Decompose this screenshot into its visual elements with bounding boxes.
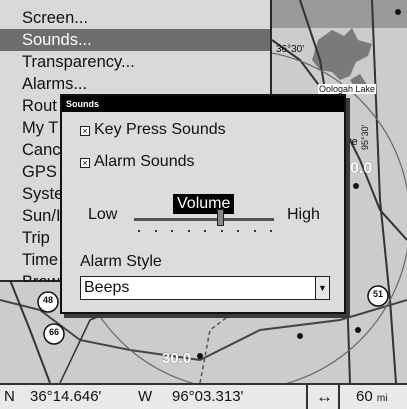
menu-item-transparency[interactable]: Transparency... [6,51,270,73]
volume-slider-ticks [134,230,274,236]
sounds-dialog: Sounds × Key Press Sounds × Alarm Sounds V… [60,94,346,314]
volume-tick [154,230,157,232]
volume-tick [270,230,272,232]
menu-item-alarms[interactable]: Alarms... [6,73,270,95]
map-label-lake: Oologah Lake [318,84,377,94]
map-label-right-range: 0.0 [350,160,373,177]
key-press-sounds-row[interactable]: × Key Press Sounds [80,118,226,142]
map-label-lat: 36°30' [276,44,305,55]
lon-hemisphere: W [138,388,153,405]
key-press-sounds-label: Key Press Sounds [94,121,226,138]
menu-item-screen[interactable]: Screen... [6,7,270,29]
volume-tick [220,230,223,232]
map-label-vertical: 95°30' [360,124,370,150]
chevron-down-icon[interactable]: ▼ [315,277,329,299]
alarm-sounds-checkbox[interactable]: × [80,158,90,168]
range-number: 60 [356,388,373,405]
statusbar-divider [306,385,308,409]
volume-tick [253,230,256,232]
dialog-title: Sounds [66,99,99,109]
volume-tick [204,230,206,232]
range-arrows-icon: ↔ [316,387,333,406]
map-label-circle-range: 30.0 [162,350,192,367]
volume-low-label: Low [88,206,118,223]
volume-tick [138,230,140,232]
range-value: 60 mi [356,385,387,409]
volume-label: Volume [173,194,235,214]
alarm-sounds-row[interactable]: × Alarm Sounds [80,150,195,174]
volume-tick [187,230,190,232]
menu-item-sounds[interactable]: Sounds... [0,29,270,51]
route-51-shield: 51 [372,289,383,299]
statusbar-divider [338,385,340,409]
volume-slider-thumb[interactable] [217,209,225,226]
route-48-shield: 48 [42,295,53,305]
alarm-style-label: Alarm Style [80,253,162,270]
volume-tick [171,230,173,232]
alarm-sounds-label: Alarm Sounds [94,153,195,170]
lat-hemisphere: N [4,388,15,405]
dialog-titlebar: Sounds [62,96,344,112]
status-bar: N 36°14.646' W 96°03.313' ↔ 60 mi [0,383,407,409]
route-66-shield: 66 [48,327,59,337]
alarm-style-select[interactable]: Beeps ▼ [80,276,330,300]
volume-slider-track[interactable] [134,218,274,221]
range-unit: mi [376,393,388,404]
map-label-right-text: re [348,136,358,148]
longitude-value: 96°03.313' [172,388,244,405]
volume-tick [237,230,239,232]
volume-high-label: High [287,206,320,223]
key-press-sounds-checkbox[interactable]: × [80,126,90,136]
gps-screen: 36°30' Oologah Lake re 0.0 95°30' 48 66 … [0,0,407,409]
alarm-style-value: Beeps [84,279,130,296]
latitude-value: 36°14.646' [30,388,102,405]
